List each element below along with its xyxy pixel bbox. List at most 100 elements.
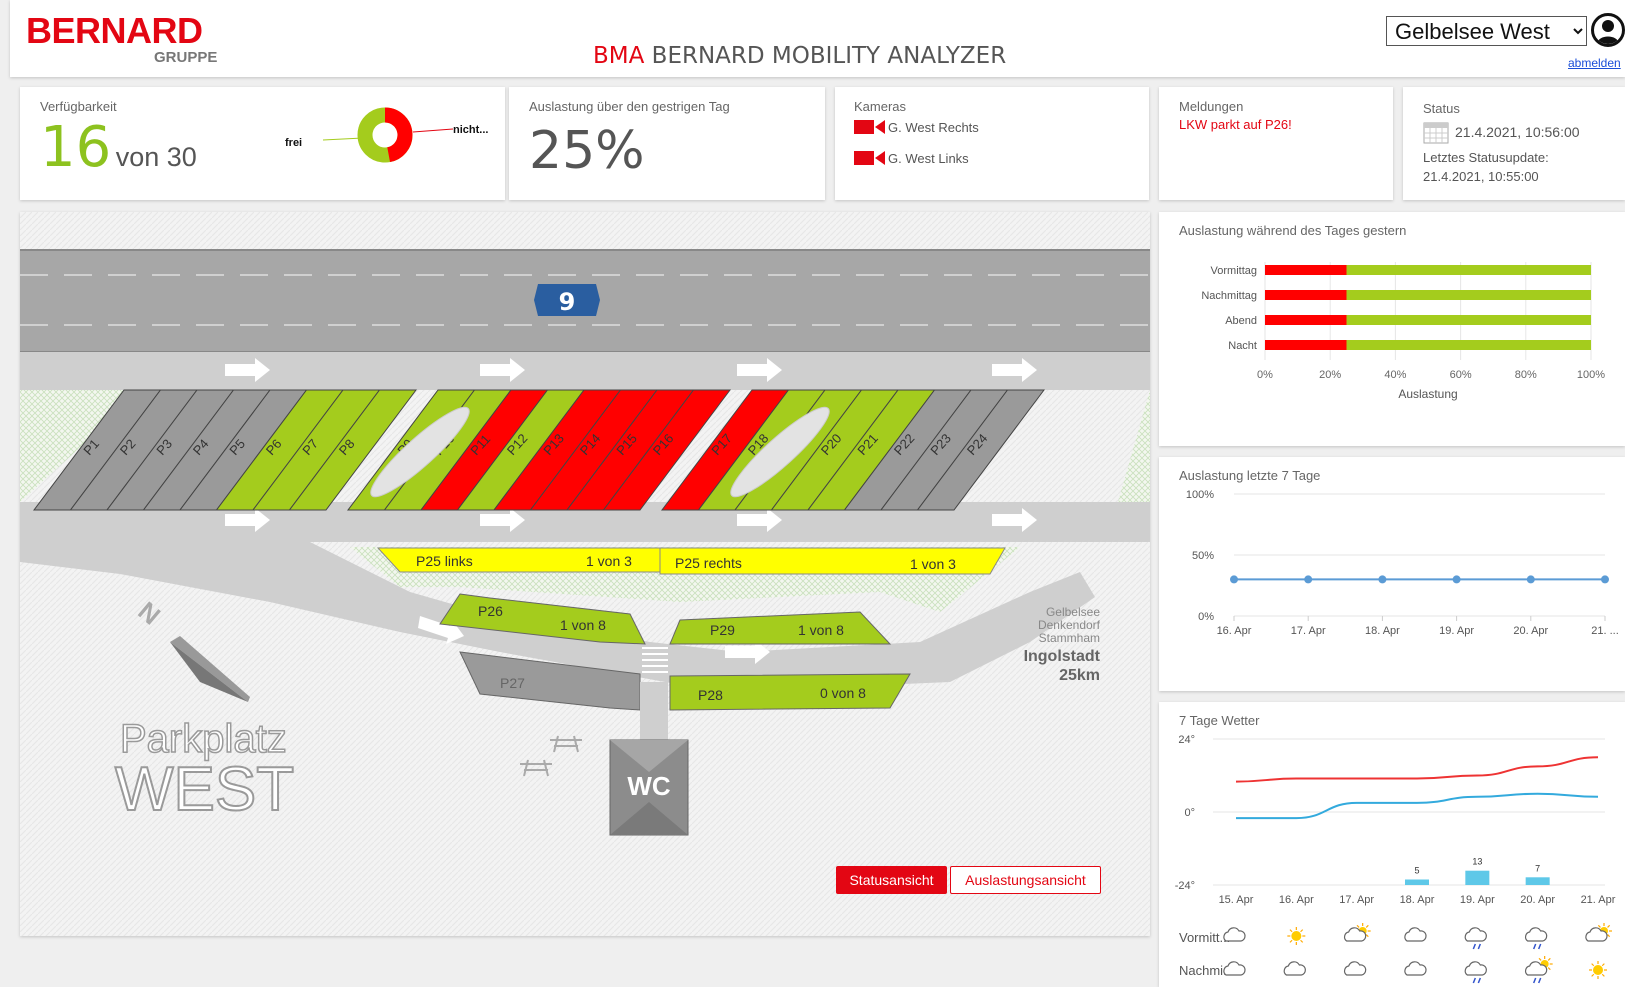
total-count: von 30: [115, 142, 197, 172]
sun-ray: [1365, 934, 1369, 938]
p26-count: 1 von 8: [560, 617, 606, 633]
x-tick-label: 100%: [1577, 369, 1605, 381]
row-label-vormittag: Vormitt...: [1179, 930, 1230, 945]
rain-drop: [1472, 943, 1477, 950]
sun-ray: [1538, 957, 1542, 961]
cloud-shape: [1524, 927, 1548, 942]
sun-ray: [1289, 929, 1293, 933]
cloud-icon: [1404, 961, 1427, 976]
camera-item-left[interactable]: G. West Links: [854, 150, 969, 166]
dest-gelbelsee: Gelbelsee: [1046, 605, 1100, 619]
category-label: Abend: [1225, 315, 1257, 327]
parking-map: 9 P1P2P3P4P5P6P7P8P9P10P11P12P13P14P15P1…: [20, 212, 1150, 936]
cameras-card: Kameras G. West Rechts G. West Links: [835, 87, 1149, 200]
availability-card: Verfügbarkeit 16 von 30 frei nicht...: [20, 87, 505, 200]
data-point: [1452, 575, 1461, 584]
sun-ray: [1289, 939, 1293, 943]
sun-icon: [1287, 927, 1306, 945]
p25-left-count: 1 von 3: [586, 553, 632, 569]
status-datetime-row: 21.4.2021, 10:56:00: [1423, 120, 1580, 144]
rain-icon: [1464, 927, 1487, 950]
rain-label: 5: [1414, 866, 1419, 876]
availability-donut: [322, 107, 454, 163]
data-point: [1230, 575, 1238, 584]
x-tick-label: 19. Apr: [1460, 894, 1495, 906]
cloud-shape: [1464, 961, 1487, 976]
cloud-shape: [1343, 961, 1367, 976]
rain-sun-icon: [1524, 956, 1553, 984]
sun-ray: [1365, 924, 1369, 928]
sun-ray: [1597, 924, 1601, 928]
y-tick-label: 24°: [1178, 734, 1195, 746]
data-point: [1378, 575, 1387, 584]
data-point: [1601, 575, 1609, 584]
x-tick-label: 20%: [1319, 369, 1341, 381]
p29-count: 1 von 8: [798, 622, 844, 638]
user-avatar-icon[interactable]: [1591, 13, 1625, 47]
wc-building: WC: [609, 739, 689, 836]
category-label: Nachmittag: [1201, 290, 1257, 302]
rain-drop: [1532, 977, 1537, 984]
last-update-value: 21.4.2021, 10:55:00: [1423, 169, 1539, 184]
rain-bar: [1405, 879, 1429, 885]
legend-free: frei: [285, 137, 303, 149]
cloud-sun-icon: [1585, 923, 1612, 942]
utilization-view-button[interactable]: Auslastungsansicht: [950, 866, 1101, 894]
cloud-shape: [1283, 961, 1306, 976]
logout-link[interactable]: abmelden: [1568, 56, 1621, 70]
last-update-label: Letztes Statusupdate:: [1423, 150, 1549, 165]
dest-city: Ingolstadt: [1024, 648, 1101, 665]
camera-icon: [854, 120, 885, 134]
rain-drop: [1472, 977, 1477, 984]
data-point: [1526, 575, 1535, 584]
x-tick-label: 60%: [1450, 369, 1472, 381]
x-tick-label: 16. Apr: [1279, 894, 1314, 906]
road-number-sign: 9: [534, 284, 600, 316]
status-card: Status 21.4.2021, 10:56:00 Letztes Statu…: [1403, 87, 1625, 200]
sun-ray: [1547, 967, 1551, 971]
p28-count: 0 von 8: [820, 685, 866, 701]
rain-label: 7: [1535, 863, 1540, 873]
sun-ray: [1601, 963, 1605, 967]
rain-bar: [1525, 877, 1550, 885]
status-view-button[interactable]: Statusansicht: [836, 866, 947, 894]
weather-chart: 24° 0° -24° 5 13 7 15. Apr 16. Apr 17. Apr 18. Ap…: [1175, 734, 1616, 984]
rain-drop: [1477, 943, 1482, 950]
bar-free: [1346, 340, 1591, 350]
cloud-icon: [1343, 961, 1367, 976]
bar-occupied: [1265, 265, 1347, 275]
temp-max-line: [1235, 756, 1599, 783]
rain-drop: [1537, 943, 1542, 950]
cameras-label: Kameras: [854, 99, 907, 114]
location-select[interactable]: Gelbelsee West: [1386, 16, 1587, 46]
cloud-sun-icon: [1343, 923, 1371, 942]
camera-item-right[interactable]: G. West Rechts: [854, 119, 979, 135]
brand-sub: GRUPPE: [154, 49, 218, 66]
x-tick-label: 18. Apr: [1365, 625, 1400, 637]
sun-ray: [1601, 973, 1605, 977]
y-tick-label: 0%: [1198, 611, 1214, 623]
title-accent: BMA: [593, 43, 645, 69]
y-tick-label: -24°: [1175, 880, 1195, 892]
dest-stammham: Stammham: [1039, 631, 1100, 645]
sun-ray: [1547, 957, 1551, 961]
p28-label: P28: [698, 687, 723, 703]
rain-icon: [1464, 961, 1487, 984]
p26-label: P26: [478, 603, 503, 619]
daytime-chart-card: Auslastung während des Tages gestern 0% 2…: [1159, 212, 1625, 446]
bar-free: [1346, 315, 1591, 325]
rain-label: 13: [1472, 857, 1482, 867]
category-label: Vormittag: [1211, 265, 1257, 277]
x-tick-label: 18. Apr: [1400, 894, 1435, 906]
x-tick-label: 20. Apr: [1520, 894, 1555, 906]
x-tick-label: 80%: [1515, 369, 1537, 381]
sun-icon: [1589, 961, 1607, 979]
messages-card: Meldungen LKW parkt auf P26!: [1159, 87, 1393, 200]
cloud-icon: [1283, 961, 1306, 976]
utilization-label: Auslastung über den gestrigen Tag: [529, 99, 730, 114]
weekly-chart: 100% 50% 0%16. Apr 17. Apr 18. Apr 19. Apr 20.…: [1186, 489, 1619, 637]
x-tick-label: 16. Apr: [1217, 625, 1252, 637]
cloud-icon: [1404, 927, 1427, 942]
x-tick-label: 0%: [1257, 369, 1273, 381]
p25-right-count: 1 von 3: [910, 556, 956, 572]
